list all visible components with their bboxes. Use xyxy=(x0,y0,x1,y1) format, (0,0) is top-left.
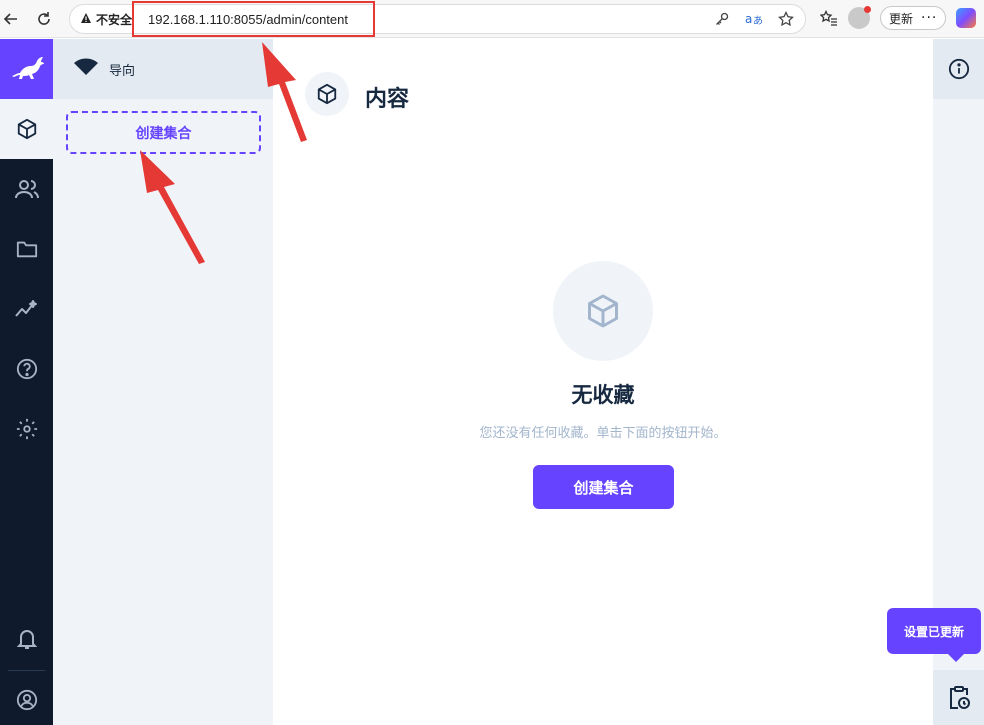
security-warning[interactable]: 不安全 xyxy=(80,11,132,28)
read-aloud-icon[interactable]: aあ xyxy=(745,10,763,28)
address-bar[interactable]: 不安全 192.168.1.110:8055/admin/content aあ xyxy=(69,1,806,37)
profile-avatar[interactable] xyxy=(848,6,871,29)
rabbit-logo-icon xyxy=(11,57,44,79)
back-arrow-icon[interactable] xyxy=(0,8,22,30)
page-title: 内容 xyxy=(365,87,410,112)
brand-logo[interactable] xyxy=(0,39,53,99)
bell-icon xyxy=(16,630,37,649)
module-settings[interactable] xyxy=(0,399,53,459)
favorite-star-icon[interactable] xyxy=(777,10,795,28)
svg-text:a: a xyxy=(745,12,752,26)
url-text-highlighted[interactable]: 192.168.1.110:8055/admin/content xyxy=(132,1,375,37)
settings-updated-toast[interactable]: 设置已更新 xyxy=(887,608,981,662)
update-label: 更新 xyxy=(889,11,914,26)
more-options-icon[interactable]: ··· xyxy=(921,10,937,26)
wifi-icon xyxy=(73,58,99,80)
clipboard-clock-icon xyxy=(949,685,970,709)
svg-text:あ: あ xyxy=(753,15,763,27)
browser-update-button[interactable]: 更新 ··· xyxy=(880,6,947,30)
browser-toolbar: 不安全 192.168.1.110:8055/admin/content aあ … xyxy=(0,0,984,38)
info-icon xyxy=(948,58,969,80)
cube-icon xyxy=(317,83,337,105)
empty-state-icon xyxy=(553,261,653,361)
main-content: 内容 无收藏 您还没有任何收藏。单击下面的按钮开始。 创建集合 xyxy=(273,39,933,725)
sidebar-info-toggle[interactable] xyxy=(933,39,984,99)
navigation-pane: 导向 创建集合 xyxy=(53,39,273,725)
copilot-icon[interactable] xyxy=(956,8,977,28)
empty-state-title: 无收藏 xyxy=(571,383,635,407)
module-files[interactable] xyxy=(0,219,53,279)
create-collection-nav-button[interactable]: 创建集合 xyxy=(66,111,261,154)
cube-icon xyxy=(17,118,36,140)
page-header-icon xyxy=(305,72,349,116)
nav-header-title: 导向 xyxy=(109,63,136,79)
folder-icon xyxy=(16,241,37,258)
module-help[interactable] xyxy=(0,339,53,399)
reload-icon[interactable] xyxy=(33,8,55,30)
security-label: 不安全 xyxy=(96,13,133,27)
create-collection-button[interactable]: 创建集合 xyxy=(533,465,674,509)
users-icon xyxy=(14,180,39,199)
help-icon xyxy=(16,358,37,380)
key-icon[interactable] xyxy=(713,10,731,28)
module-user[interactable] xyxy=(0,670,53,725)
module-content[interactable] xyxy=(0,99,53,159)
nav-header[interactable]: 导向 xyxy=(53,39,273,99)
module-insights[interactable] xyxy=(0,279,53,339)
favorites-list-icon[interactable] xyxy=(820,9,838,27)
module-bar xyxy=(0,39,53,725)
warning-triangle-icon xyxy=(80,12,92,27)
insights-chart-icon xyxy=(14,300,37,317)
user-circle-icon xyxy=(16,689,37,711)
gear-icon xyxy=(16,418,37,440)
module-notifications[interactable] xyxy=(0,609,53,669)
directus-app: 导向 创建集合 内容 无收藏 您还没有任何收藏。单击下面的按钮开始。 创建集合 … xyxy=(0,39,984,725)
sidebar-activity-toggle[interactable] xyxy=(933,670,984,725)
module-user-directory[interactable] xyxy=(0,159,53,219)
cube-icon xyxy=(588,294,618,328)
empty-state-description: 您还没有任何收藏。单击下面的按钮开始。 xyxy=(479,426,727,441)
